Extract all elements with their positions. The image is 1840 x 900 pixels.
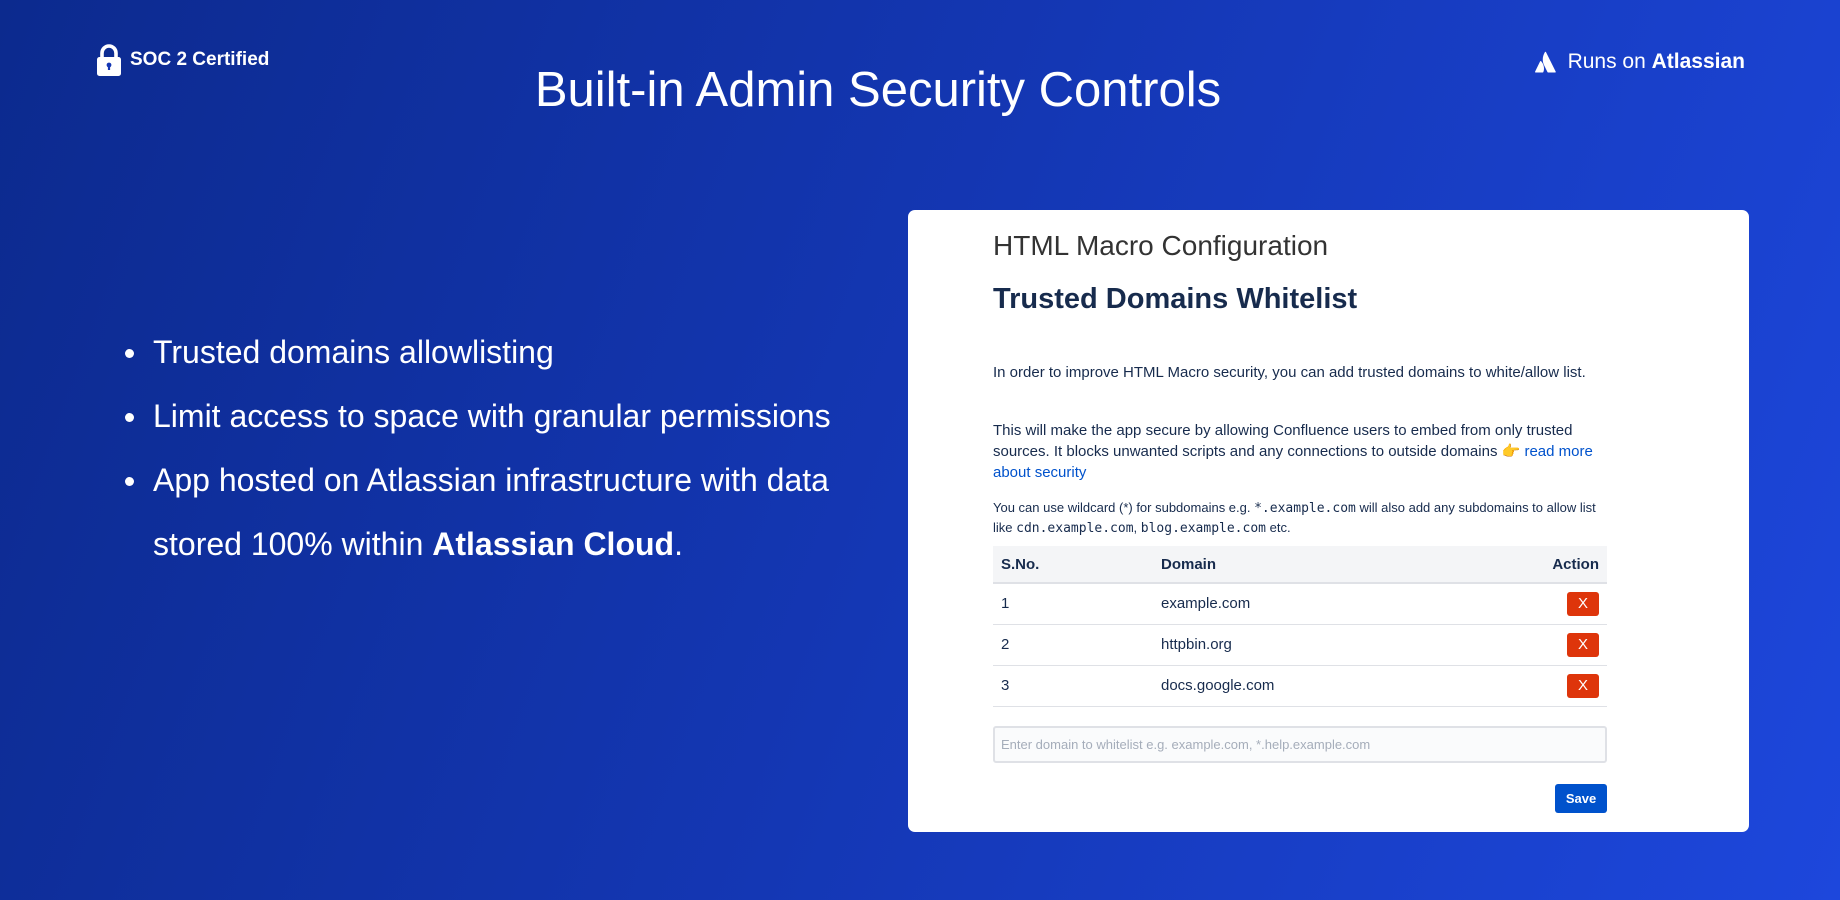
row-domain: docs.google.com [1153, 665, 1517, 707]
row-sno: 1 [993, 583, 1153, 625]
config-card: HTML Macro Configuration Trusted Domains… [908, 210, 1749, 832]
table-header-row: S.No. Domain Action [993, 546, 1607, 584]
feature-item: Trusted domains allowlisting [123, 320, 863, 384]
feature-list: Trusted domains allowlisting Limit acces… [123, 320, 863, 576]
hint-code: blog.example.com [1140, 521, 1266, 536]
config-title: HTML Macro Configuration [993, 230, 1329, 261]
row-domain: httpbin.org [1153, 624, 1517, 666]
page-title: Built-in Admin Security Controls [534, 63, 1222, 117]
domain-input[interactable] [993, 726, 1607, 763]
runs-on-atlassian: Runs on Atlassian [1534, 50, 1745, 74]
feature-item: Limit access to space with granular perm… [123, 384, 863, 448]
domains-table: S.No. Domain Action 1 example.com X 2 ht… [993, 546, 1607, 707]
hint-code: cdn.example.com [1016, 521, 1134, 536]
atlassian-logo-icon [1534, 51, 1556, 73]
row-sno: 2 [993, 624, 1153, 666]
feature-bold-text: Atlassian Cloud [432, 526, 675, 562]
column-header-action: Action [1517, 546, 1607, 584]
security-text: This will make the app secure by allowin… [993, 422, 1573, 460]
feature-suffix: . [674, 526, 683, 562]
table-row: 2 httpbin.org X [993, 624, 1607, 666]
table-row: 3 docs.google.com X [993, 665, 1607, 707]
feature-item: App hosted on Atlassian infrastructure w… [123, 448, 863, 576]
column-header-domain: Domain [1153, 546, 1517, 584]
delete-domain-button[interactable]: X [1567, 591, 1599, 616]
save-button[interactable]: Save [1555, 784, 1607, 813]
intro-paragraph: In order to improve HTML Macro security,… [993, 364, 1586, 381]
runs-on-brand: Atlassian [1651, 50, 1745, 73]
row-domain: example.com [1153, 583, 1517, 625]
hint-text: , [1133, 520, 1141, 535]
hint-text: etc. [1266, 520, 1291, 535]
delete-domain-button[interactable]: X [1567, 632, 1599, 657]
whitelist-title: Trusted Domains Whitelist [993, 283, 1358, 315]
hint-text: You can use wildcard (*) for subdomains … [993, 500, 1255, 515]
runs-on-prefix: Runs on [1567, 50, 1646, 73]
table-row: 1 example.com X [993, 583, 1607, 625]
security-paragraph: This will make the app secure by allowin… [993, 420, 1607, 483]
row-sno: 3 [993, 665, 1153, 707]
wildcard-hint: You can use wildcard (*) for subdomains … [993, 498, 1607, 538]
hint-code: *.example.com [1254, 501, 1356, 516]
column-header-sno: S.No. [993, 546, 1153, 584]
delete-domain-button[interactable]: X [1567, 673, 1599, 698]
